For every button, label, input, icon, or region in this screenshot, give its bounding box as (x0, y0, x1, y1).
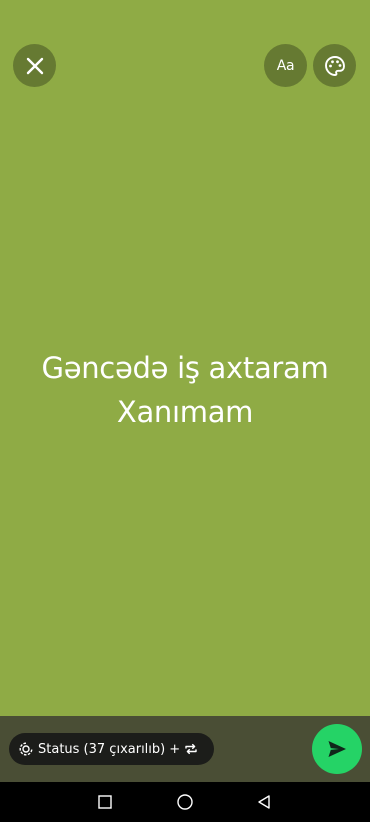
font-style-label: Aa (276, 57, 295, 74)
send-button[interactable] (312, 724, 362, 774)
back-button[interactable] (254, 792, 274, 812)
recent-apps-button[interactable] (95, 792, 115, 812)
back-icon (258, 795, 270, 809)
system-navigation-bar (0, 782, 370, 822)
status-text[interactable]: Gəncədə iş axtaram Xanımam (0, 346, 370, 434)
home-button[interactable] (175, 792, 195, 812)
palette-icon (324, 55, 345, 76)
recent-apps-icon (98, 795, 112, 809)
font-style-button[interactable]: Aa (264, 44, 307, 87)
close-icon (26, 57, 43, 74)
status-privacy-plus: + (169, 741, 181, 757)
status-icon (19, 742, 33, 756)
status-privacy-button[interactable]: Status (37 çıxarılıb) + (9, 733, 214, 765)
repeat-icon (184, 742, 198, 756)
status-text-line-1: Gəncədə iş axtaram (41, 351, 329, 385)
color-palette-button[interactable] (313, 44, 356, 87)
status-composer-screen: Aa Gəncədə iş axtaram Xanımam Status (37… (0, 0, 370, 822)
close-button[interactable] (13, 44, 56, 87)
home-icon (177, 794, 193, 810)
status-privacy-label: Status (37 çıxarılıb) (38, 741, 166, 757)
status-text-line-2: Xanımam (116, 395, 254, 429)
send-icon (328, 741, 346, 757)
